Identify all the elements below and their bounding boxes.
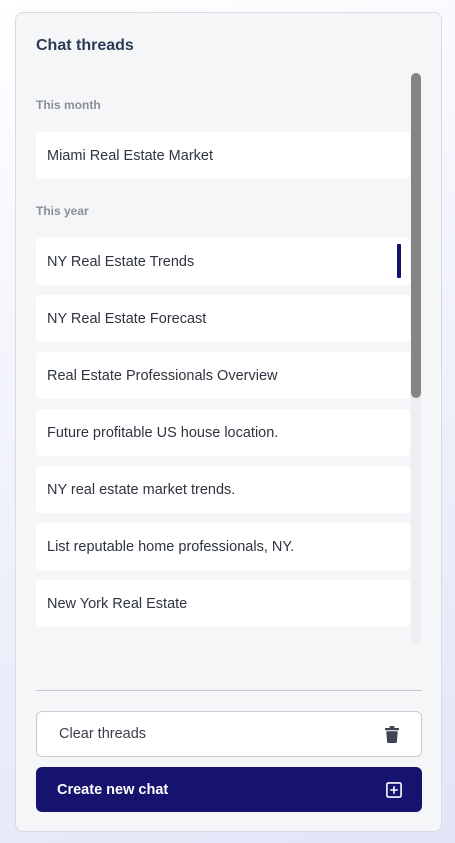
create-new-chat-button[interactable]: Create new chat	[36, 767, 422, 812]
thread-item[interactable]: NY Real Estate Forecast	[36, 295, 410, 342]
thread-item[interactable]: Real Estate Professionals Overview	[36, 352, 410, 399]
clear-threads-label: Clear threads	[59, 726, 147, 742]
thread-label: New York Real Estate	[47, 595, 188, 612]
thread-label: Miami Real Estate Market	[47, 147, 213, 164]
thread-label: NY Real Estate Trends	[47, 253, 195, 270]
thread-item[interactable]: List reputable home professionals, NY.	[36, 523, 410, 570]
panel-title: Chat threads	[36, 37, 134, 54]
thread-label: Future profitable US house location.	[47, 424, 279, 441]
scrollbar[interactable]	[411, 73, 421, 645]
trash-icon	[383, 725, 401, 743]
section-label-this-month: This month	[36, 98, 101, 112]
thread-item[interactable]: Future profitable US house location.	[36, 409, 410, 456]
active-thread-marker	[397, 244, 401, 278]
scrollbar-thumb[interactable]	[411, 73, 421, 398]
divider	[36, 690, 422, 691]
clear-threads-button[interactable]: Clear threads	[36, 711, 422, 757]
thread-label: List reputable home professionals, NY.	[47, 538, 295, 555]
thread-item-active[interactable]: NY Real Estate Trends	[36, 238, 410, 285]
section-label-this-year: This year	[36, 204, 89, 218]
thread-label: Real Estate Professionals Overview	[47, 367, 278, 384]
thread-label: NY Real Estate Forecast	[47, 310, 207, 327]
thread-item[interactable]: NY real estate market trends.	[36, 466, 410, 513]
plus-square-icon	[385, 781, 403, 799]
create-new-chat-label: Create new chat	[57, 781, 169, 798]
thread-label: NY real estate market trends.	[47, 481, 236, 498]
thread-item[interactable]: Miami Real Estate Market	[36, 132, 410, 179]
thread-list[interactable]: This month Miami Real Estate Market This…	[36, 73, 422, 645]
thread-item[interactable]: New York Real Estate	[36, 580, 410, 627]
chat-threads-panel: Chat threads This month Miami Real Estat…	[15, 12, 442, 832]
